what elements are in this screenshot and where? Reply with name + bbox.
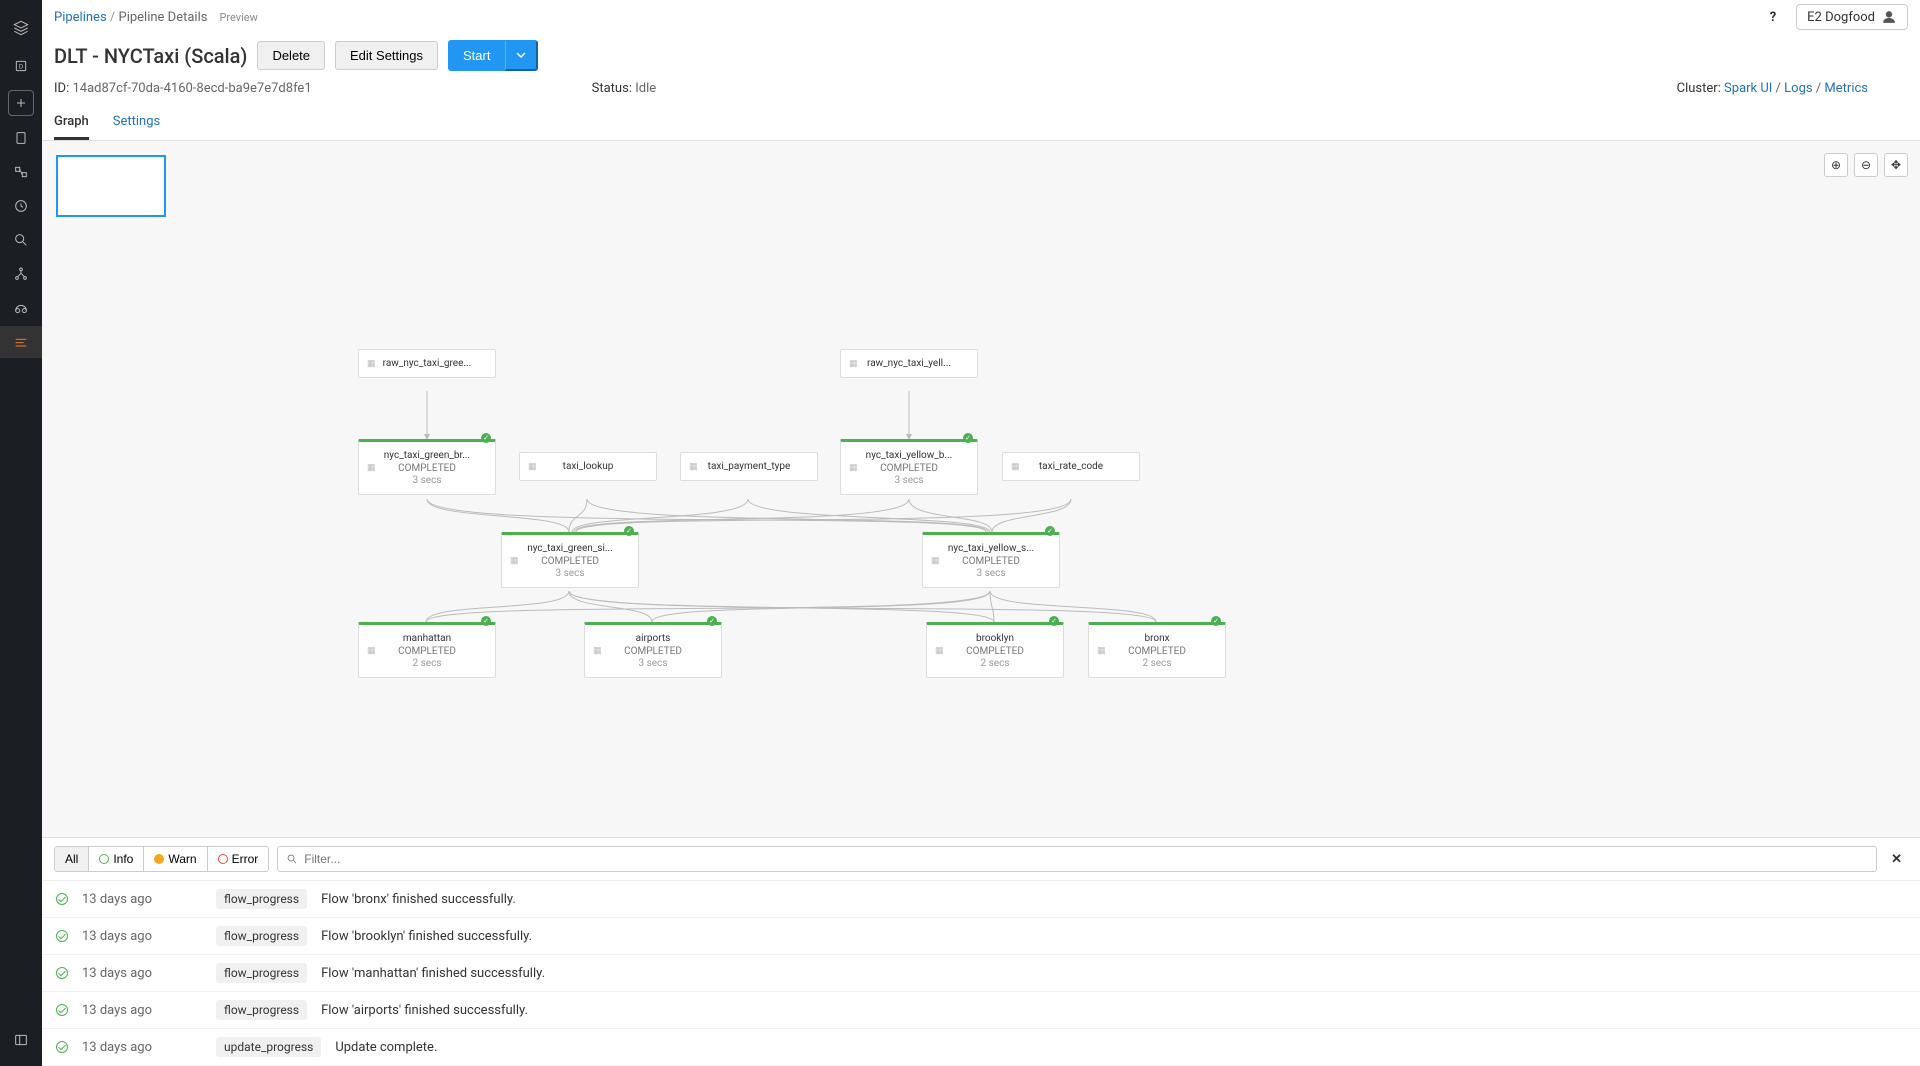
filter-warn[interactable]: Warn <box>144 847 207 871</box>
help-icon[interactable]: ? <box>1762 10 1784 25</box>
success-icon <box>56 1004 68 1016</box>
svg-text:D: D <box>19 63 23 71</box>
breadcrumb-current: Pipeline Details <box>119 10 208 25</box>
log-message: Flow 'manhattan' finished successfully. <box>321 966 545 981</box>
log-type: flow_progress <box>216 926 307 946</box>
sidebar-item-search[interactable] <box>0 224 42 256</box>
sidebar-item-workflows[interactable] <box>0 156 42 188</box>
graph-area[interactable]: ⊕ ⊖ ✥ <box>42 141 1920 838</box>
node-raw-green[interactable]: ▦raw_nyc_taxi_gree... <box>358 349 496 378</box>
sidebar-item-compute[interactable] <box>0 292 42 324</box>
log-search[interactable] <box>277 846 1877 872</box>
log-message: Flow 'bronx' finished successfully. <box>321 892 516 907</box>
close-log-filter[interactable]: ✕ <box>1885 852 1908 867</box>
cluster-links: Cluster: Spark UI / Logs / Metrics <box>1677 81 1868 96</box>
edit-settings-button[interactable]: Edit Settings <box>335 41 438 70</box>
node-rate[interactable]: ▦taxi_rate_code <box>1002 452 1140 481</box>
page-title: DLT - NYCTaxi (Scala) <box>54 44 247 68</box>
fit-icon[interactable]: ✥ <box>1884 153 1908 177</box>
log-search-input[interactable] <box>304 852 1868 866</box>
log-filter-group: All Info Warn Error <box>54 846 269 872</box>
sidebar-item-notebook[interactable] <box>0 122 42 154</box>
node-lookup[interactable]: ▦taxi_lookup <box>519 452 657 481</box>
topbar: Pipelines / Pipeline Details Preview ? E… <box>42 0 1920 34</box>
filter-info[interactable]: Info <box>89 847 144 871</box>
zoom-in-icon[interactable]: ⊕ <box>1824 153 1848 177</box>
pipeline-id: ID: 14ad87cf-70da-4160-8ecd-ba9e7e7d8fe1 <box>54 81 312 96</box>
zoom-out-icon[interactable]: ⊖ <box>1854 153 1878 177</box>
logo-icon[interactable] <box>0 8 42 48</box>
breadcrumb: Pipelines / Pipeline Details <box>54 10 207 25</box>
sidebar-item-collapse[interactable] <box>0 1024 42 1056</box>
log-row[interactable]: 13 days ago flow_progress Flow 'airports' … <box>42 992 1920 1029</box>
sidebar-item-pipelines[interactable] <box>0 326 42 358</box>
log-rows: 13 days ago flow_progress Flow 'bronx' fin… <box>42 881 1920 1066</box>
user-icon <box>1881 9 1897 25</box>
pipeline-status: Status: Idle <box>592 81 656 96</box>
breadcrumb-root[interactable]: Pipelines <box>54 10 107 25</box>
filter-error[interactable]: Error <box>208 847 269 871</box>
user-menu[interactable]: E2 Dogfood <box>1796 4 1908 30</box>
success-icon <box>56 893 68 905</box>
node-green-si[interactable]: ✓▦nyc_taxi_green_si...COMPLETED3 secs <box>501 532 639 588</box>
add-button[interactable] <box>8 90 34 116</box>
log-message: Update complete. <box>335 1040 437 1055</box>
log-message: Flow 'brooklyn' finished successfully. <box>321 929 532 944</box>
log-toolbar: All Info Warn Error ✕ <box>42 838 1920 881</box>
log-type: flow_progress <box>216 963 307 983</box>
log-time: 13 days ago <box>82 966 202 981</box>
header: DLT - NYCTaxi (Scala) Delete Edit Settin… <box>42 34 1920 77</box>
log-type: update_progress <box>216 1037 321 1057</box>
filter-all[interactable]: All <box>55 847 89 871</box>
log-type: flow_progress <box>216 1000 307 1020</box>
log-time: 13 days ago <box>82 929 202 944</box>
node-green-br[interactable]: ✓▦nyc_taxi_green_br...COMPLETED3 secs <box>358 439 496 495</box>
success-icon <box>56 930 68 942</box>
log-row[interactable]: 13 days ago flow_progress Flow 'brooklyn' … <box>42 918 1920 955</box>
log-time: 13 days ago <box>82 1003 202 1018</box>
log-type: flow_progress <box>216 889 307 909</box>
log-time: 13 days ago <box>82 1040 202 1055</box>
log-row[interactable]: 13 days ago flow_progress Flow 'bronx' fin… <box>42 881 1920 918</box>
tabs: Graph Settings <box>42 106 1920 141</box>
node-yellow-b[interactable]: ✓▦nyc_taxi_yellow_b...COMPLETED3 secs <box>840 439 978 495</box>
node-payment[interactable]: ▦taxi_payment_type <box>680 452 818 481</box>
node-airports[interactable]: ✓▦airportsCOMPLETED3 secs <box>584 622 722 678</box>
start-dropdown[interactable] <box>505 40 538 71</box>
node-raw-yellow[interactable]: ▦raw_nyc_taxi_yell... <box>840 349 978 378</box>
tab-graph[interactable]: Graph <box>54 106 89 140</box>
delete-button[interactable]: Delete <box>257 41 325 70</box>
success-icon <box>56 967 68 979</box>
sidebar-item-lineage[interactable] <box>0 258 42 290</box>
log-time: 13 days ago <box>82 892 202 907</box>
meta-row: ID: 14ad87cf-70da-4160-8ecd-ba9e7e7d8fe1… <box>42 77 1920 106</box>
log-pane: All Info Warn Error ✕ 13 days ago flow_pr… <box>42 838 1920 1066</box>
node-manhattan[interactable]: ✓▦manhattanCOMPLETED2 secs <box>358 622 496 678</box>
success-icon <box>56 1041 68 1053</box>
node-brooklyn[interactable]: ✓▦brooklynCOMPLETED2 secs <box>926 622 1064 678</box>
sidebar-item-history[interactable] <box>0 190 42 222</box>
preview-badge: Preview <box>219 11 257 24</box>
log-message: Flow 'airports' finished successfully. <box>321 1003 528 1018</box>
graph-controls: ⊕ ⊖ ✥ <box>1824 153 1908 177</box>
sidebar-item-data[interactable]: D <box>0 50 42 82</box>
log-row[interactable]: 13 days ago update_progress Update complet… <box>42 1029 1920 1066</box>
search-icon <box>286 853 298 865</box>
sidebar: D <box>0 0 42 1066</box>
spark-ui-link[interactable]: Spark UI <box>1724 81 1772 96</box>
user-label: E2 Dogfood <box>1807 10 1875 25</box>
minimap[interactable] <box>56 155 166 217</box>
start-button[interactable]: Start <box>448 40 505 71</box>
logs-link[interactable]: Logs <box>1784 81 1812 96</box>
log-row[interactable]: 13 days ago flow_progress Flow 'manhattan'… <box>42 955 1920 992</box>
tab-settings[interactable]: Settings <box>113 106 160 140</box>
graph-edges <box>42 141 1920 837</box>
metrics-link[interactable]: Metrics <box>1824 81 1868 96</box>
node-yellow-s[interactable]: ✓▦nyc_taxi_yellow_s...COMPLETED3 secs <box>922 532 1060 588</box>
node-bronx[interactable]: ✓▦bronxCOMPLETED2 secs <box>1088 622 1226 678</box>
